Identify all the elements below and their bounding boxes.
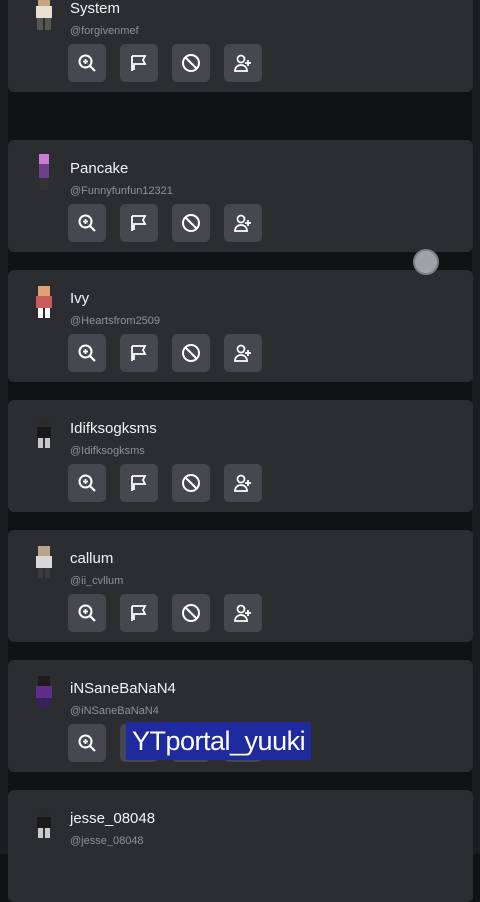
avatar-icon [39,154,49,190]
player-actions [68,464,262,502]
inspect-button[interactable] [68,464,106,502]
player-card: Idifksogksms @Idifksogksms [8,400,473,512]
add-friend-button[interactable] [224,594,262,632]
player-handle: @Heartsfrom2509 [70,315,161,327]
player-actions [68,594,262,632]
report-button[interactable] [120,464,158,502]
add-friend-button[interactable] [224,44,262,82]
block-icon [182,54,200,72]
zoom-in-icon [78,604,96,622]
zoom-in-icon [78,734,96,752]
block-button[interactable] [172,594,210,632]
player-name: jesse_08048 [70,810,156,827]
add-friend-button[interactable] [224,204,262,242]
avatar[interactable] [28,412,60,452]
add-friend-icon [234,214,251,232]
avatar-icon [37,808,51,838]
player-handle: @jesse_08048 [70,835,144,847]
player-name: Ivy [70,290,90,307]
player-actions [68,44,262,82]
player-handle: @ii_cvllum [70,575,124,587]
inspect-button[interactable] [68,594,106,632]
avatar-icon [37,418,51,448]
player-card: callum @ii_cvllum [8,530,473,642]
avatar-icon [36,0,52,30]
block-button[interactable] [172,464,210,502]
block-button[interactable] [172,204,210,242]
player-handle: @Idifksogksms [70,445,145,457]
background-strip-left [0,0,8,854]
report-button[interactable] [120,204,158,242]
add-friend-icon [234,604,251,622]
flag-icon [131,215,147,231]
avatar[interactable] [28,802,60,842]
report-button[interactable] [120,594,158,632]
flag-icon [131,475,147,491]
inspect-button[interactable] [68,44,106,82]
block-icon [182,214,200,232]
player-actions [68,204,262,242]
add-friend-icon [234,344,251,362]
player-name: iNSaneBaNaN4 [70,680,176,697]
zoom-in-icon [78,474,96,492]
avatar[interactable] [28,0,60,32]
avatar-icon [36,286,52,318]
block-icon [182,474,200,492]
player-name: System [70,0,121,17]
flag-icon [131,55,147,71]
avatar-icon [36,676,52,708]
add-friend-button[interactable] [224,334,262,372]
inspect-button[interactable] [68,724,106,762]
flag-icon [131,345,147,361]
add-friend-icon [234,474,251,492]
player-card: Pancake @Funnyfunfun12321 [8,140,473,252]
flag-icon [131,605,147,621]
player-handle: @Funnyfunfun12321 [70,185,173,197]
add-friend-button[interactable] [224,464,262,502]
touch-indicator [413,249,439,275]
block-icon [182,344,200,362]
background-strip-right [472,0,480,854]
player-name: callum [70,550,114,567]
block-icon [182,604,200,622]
avatar[interactable] [28,672,60,712]
add-friend-icon [234,54,251,72]
watermark-label: YTportal_yuuki [126,722,312,760]
block-button[interactable] [172,44,210,82]
player-handle: @forgivenmef [70,25,139,37]
player-handle: @iNSaneBaNaN4 [70,705,159,717]
inspect-button[interactable] [68,334,106,372]
player-card: jesse_08048 @jesse_08048 [8,790,473,902]
player-card: Ivy @Heartsfrom2509 [8,270,473,382]
zoom-in-icon [78,54,96,72]
zoom-in-icon [78,214,96,232]
player-name: Idifksogksms [70,420,157,437]
report-button[interactable] [120,44,158,82]
block-button[interactable] [172,334,210,372]
avatar[interactable] [28,152,60,192]
inspect-button[interactable] [68,204,106,242]
player-actions [68,334,262,372]
player-name: Pancake [70,160,129,177]
report-button[interactable] [120,334,158,372]
avatar[interactable] [28,542,60,582]
avatar-icon [36,546,52,578]
player-card: System @forgivenmef [8,0,473,92]
zoom-in-icon [78,344,96,362]
avatar[interactable] [28,282,60,322]
